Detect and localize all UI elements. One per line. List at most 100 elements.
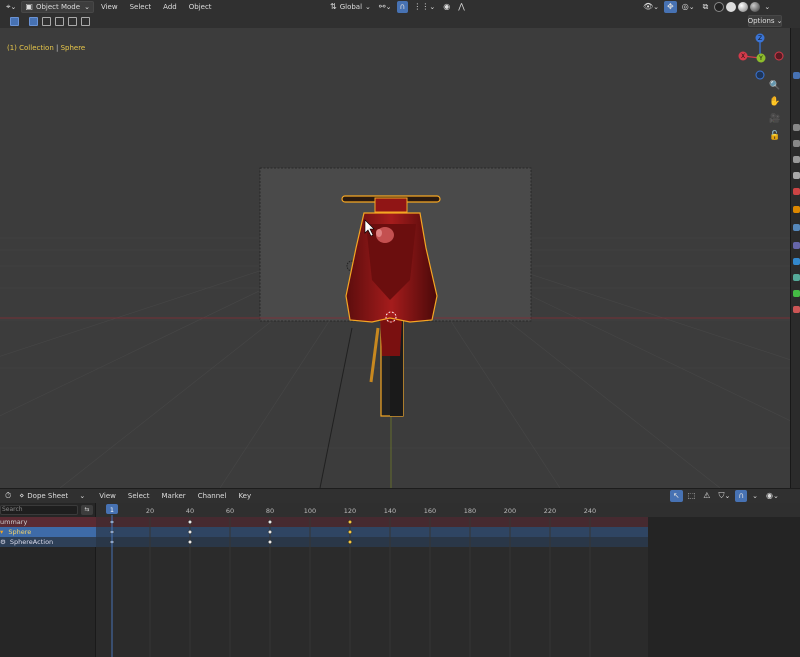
frame-tick-label: 220: [544, 507, 556, 515]
keyframe-region[interactable]: 20 40 60 80 100 120 140 160 180 200 220 240 1: [96, 503, 800, 657]
channel-object-label: Sphere: [8, 528, 32, 536]
orientation-icon: ⇅: [330, 2, 337, 11]
channel-action[interactable]: ⚙ SphereAction: [0, 537, 96, 547]
menu-select[interactable]: Select: [125, 1, 157, 13]
object-tab-icon[interactable]: [793, 206, 800, 213]
pan-tool[interactable]: ✋: [767, 94, 783, 110]
physics-tab-icon[interactable]: [793, 258, 800, 265]
proportional-icon: ◉: [443, 2, 451, 11]
zoom-tool[interactable]: 🔍: [767, 78, 783, 94]
dopesheet-menu-key[interactable]: Key: [233, 490, 256, 502]
only-errors-toggle[interactable]: ⚠: [700, 490, 713, 502]
ghost-icon: ⬚: [687, 491, 696, 500]
properties-tab-strip: [790, 28, 800, 488]
keyframe-row-2: [96, 537, 648, 547]
dope-sheet-header: ⏱ ⋄ Dope Sheet ⌄ View Select Marker Chan…: [0, 489, 800, 503]
material-tab-icon[interactable]: [793, 306, 800, 313]
subtract-selection-mode[interactable]: [54, 15, 65, 27]
transform-orientation-dropdown[interactable]: ⇅ Global ⌄: [327, 1, 374, 13]
camera-icon: 🎥: [769, 114, 781, 124]
particles-tab-icon[interactable]: [793, 242, 800, 249]
xray-icon: ⧉: [702, 2, 709, 11]
menu-add[interactable]: Add: [158, 1, 182, 13]
pivot-point-button[interactable]: ⚯ ⌄: [376, 1, 395, 13]
snap-toggle[interactable]: ∩: [396, 1, 409, 13]
3d-viewport[interactable]: (1) Collection | Sphere Z X Y 🔍 ✋ 🎥 🔓: [0, 28, 790, 488]
xray-toggle[interactable]: ⧉: [700, 1, 712, 13]
view-layer-tab-icon[interactable]: [793, 156, 800, 163]
dopesheet-menu-view[interactable]: View: [94, 490, 121, 502]
show-hidden-toggle[interactable]: ⬚: [685, 490, 699, 502]
rendered-shading-icon[interactable]: [750, 2, 761, 12]
solid-shading-icon[interactable]: [726, 2, 737, 12]
scene-tab-icon[interactable]: [793, 172, 800, 179]
viewport-header: ⌖ ⌄ ▣ Object Mode ⌄ View Select Add Objec…: [0, 0, 800, 28]
warning-icon: ⚠: [703, 491, 711, 500]
channel-summary-label: ummary: [0, 518, 28, 526]
proportional-falloff[interactable]: ⋀: [455, 1, 468, 13]
extend-selection-mode[interactable]: [41, 15, 52, 27]
hand-icon: ✋: [769, 97, 781, 107]
filters-dropdown[interactable]: ⛉ ⌄: [715, 490, 733, 502]
camera-view-tool[interactable]: 🎥: [767, 111, 783, 127]
proportional-editing-button[interactable]: ◉ ⌄: [763, 490, 782, 502]
frame-tick-label: 200: [504, 507, 516, 515]
lock-camera-tool[interactable]: 🔓: [767, 128, 783, 144]
funnel-icon: ⛉: [718, 491, 725, 500]
timeline-canvas: 20 40 60 80 100 120 140 160 180 200 220 240 1: [96, 503, 800, 657]
proportional-editing-button[interactable]: ◉: [440, 1, 453, 13]
selection-subtract-icon: [55, 16, 64, 26]
mode-selector[interactable]: ▣ Object Mode ⌄: [21, 1, 94, 13]
select-tool-button[interactable]: [9, 15, 20, 27]
gizmo-toggle[interactable]: ✥: [664, 1, 677, 13]
material-shading-icon[interactable]: [738, 2, 749, 12]
menu-object[interactable]: Object: [184, 1, 217, 13]
scene-shadow-line: [319, 327, 353, 488]
shading-options[interactable]: ⌄: [761, 1, 773, 13]
intersect-selection-mode[interactable]: [80, 15, 91, 27]
channel-search-input[interactable]: Search: [0, 505, 78, 515]
editor-type-button[interactable]: ⏱: [2, 490, 14, 502]
channel-summary[interactable]: ummary: [0, 517, 96, 527]
dopesheet-mode-label: Dope Sheet: [27, 492, 69, 500]
dopesheet-snap-toggle[interactable]: ∩: [735, 490, 748, 502]
overlay-collection: (1) Collection: [7, 44, 54, 52]
channel-object[interactable]: ▾ Sphere: [0, 527, 96, 537]
tool-tab-icon[interactable]: [793, 72, 800, 79]
editor-type-button[interactable]: ⌖ ⌄: [3, 1, 19, 13]
invert-selection-mode[interactable]: [67, 15, 78, 27]
data-tab-icon[interactable]: [793, 290, 800, 297]
dopesheet-menu-marker[interactable]: Marker: [156, 490, 190, 502]
magnet-icon: ∩: [399, 2, 406, 11]
dopesheet-menu-select[interactable]: Select: [123, 490, 155, 502]
frame-tick-label: 140: [384, 507, 396, 515]
wireframe-shading-icon[interactable]: [714, 2, 725, 12]
header-right-tools: 👁 ⌄ ✥ ◎ ⌄ ⧉ ⌄: [640, 1, 775, 13]
search-filter-toggle[interactable]: ⇆: [81, 505, 93, 515]
modifier-tab-icon[interactable]: [793, 224, 800, 231]
keyframe-row-1: [96, 527, 648, 537]
visibility-dropdown[interactable]: 👁 ⌄: [640, 1, 662, 13]
header-center-tools: ⇅ Global ⌄ ⚯ ⌄ ∩ ⋮⋮ ⌄ ◉ ⋀: [327, 1, 470, 13]
selection-invert-icon: [68, 16, 77, 26]
channel-action-label: SphereAction: [9, 538, 54, 546]
only-selected-toggle[interactable]: ↖: [670, 490, 683, 502]
overlays-dropdown[interactable]: ◎ ⌄: [679, 1, 698, 13]
dopesheet-mode-selector[interactable]: ⋄ Dope Sheet ⌄: [16, 490, 88, 502]
snap-mode-dropdown[interactable]: ⌄: [749, 490, 761, 502]
chevron-down-icon: ⌄: [776, 17, 783, 25]
navigation-gizmo[interactable]: Z X Y: [736, 33, 784, 81]
new-selection-mode[interactable]: [28, 15, 39, 27]
viewport-scene: [0, 167, 790, 488]
world-tab-icon[interactable]: [793, 188, 800, 195]
dopesheet-menu-channel[interactable]: Channel: [193, 490, 232, 502]
output-tab-icon[interactable]: [793, 140, 800, 147]
falloff-icon: ⋀: [458, 2, 465, 11]
constraints-tab-icon[interactable]: [793, 274, 800, 281]
header-row-tools: Options ⌄: [0, 14, 800, 28]
render-tab-icon[interactable]: [793, 124, 800, 131]
snap-options[interactable]: ⋮⋮ ⌄: [410, 1, 438, 13]
menu-view[interactable]: View: [96, 1, 123, 13]
selection-new-icon: [29, 16, 38, 26]
options-dropdown[interactable]: Options ⌄: [748, 15, 782, 27]
